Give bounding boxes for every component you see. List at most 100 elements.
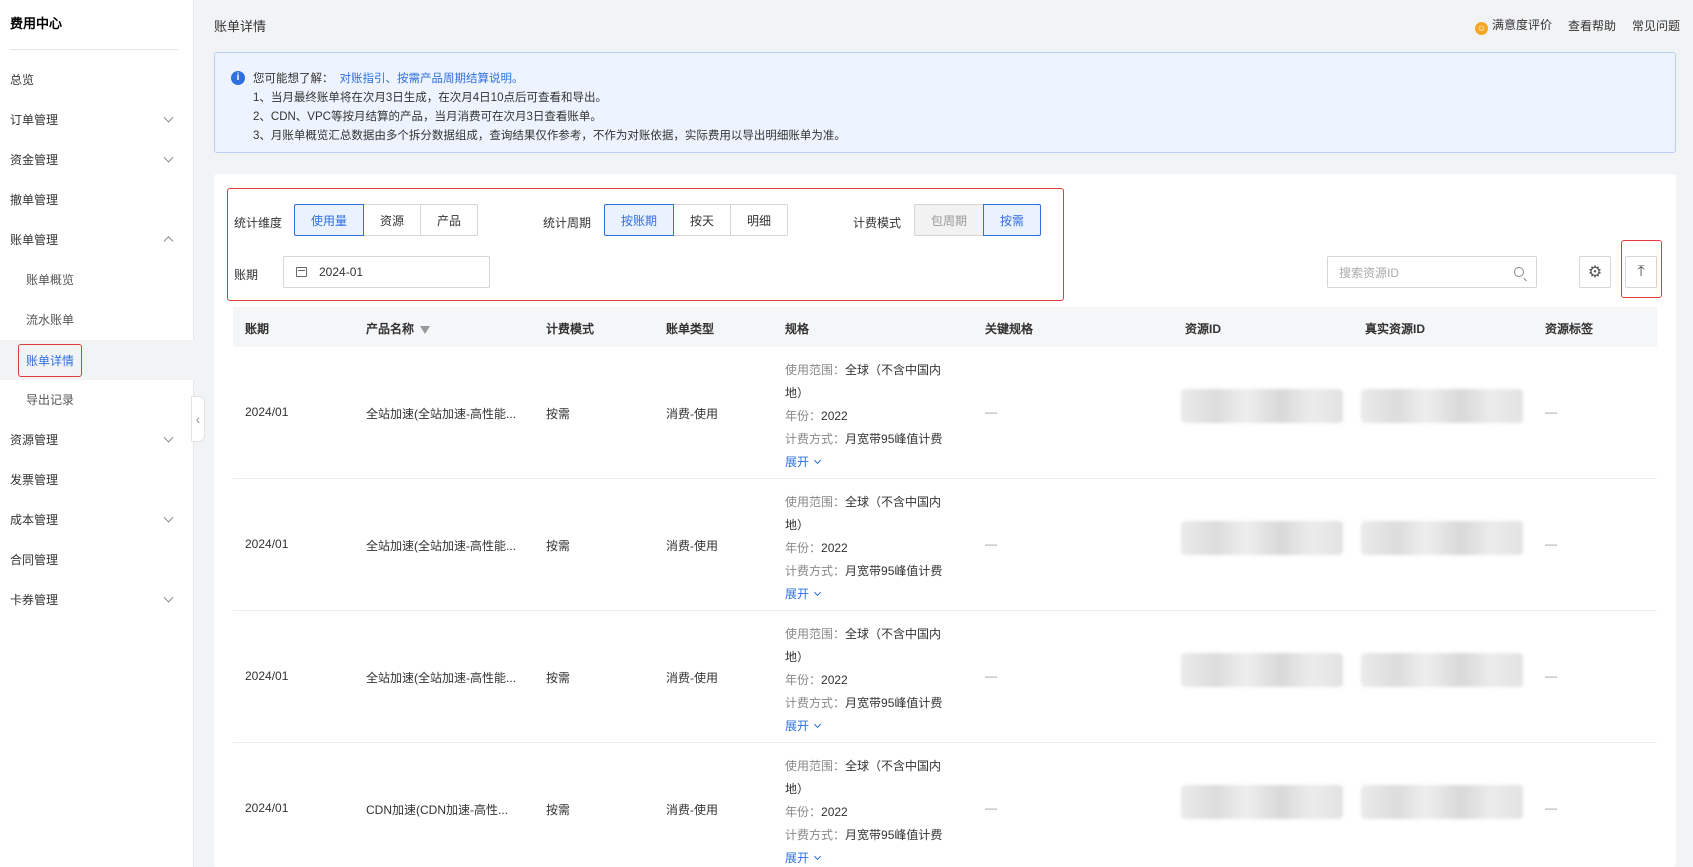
- table-header: 账期 产品名称 计费模式 账单类型 规格 关键规格 资源ID 真实资源ID 资源…: [233, 307, 1657, 347]
- search-input[interactable]: 搜索资源ID: [1327, 256, 1537, 288]
- header-key-spec: 关键规格: [985, 322, 1034, 336]
- period-option-1[interactable]: 按天: [673, 204, 732, 236]
- chevron-down-icon: [163, 112, 174, 123]
- billing-mode-option-0[interactable]: 包周期: [914, 204, 985, 236]
- cell-key-spec: —: [985, 669, 997, 683]
- billing-mode-label: 计费模式: [853, 216, 902, 230]
- sidebar-item-label: 账单管理: [10, 232, 59, 247]
- cell-billing-mode: 按需: [546, 671, 571, 685]
- cell-product: 全站加速(全站加速-高性能...: [366, 539, 516, 553]
- notice-line-2: 2、CDN、VPC等按月结算的产品，当月消费可在次月3日查看账单。: [253, 111, 602, 123]
- expand-link[interactable]: 展开: [785, 715, 955, 738]
- cell-bill-type: 消费-使用: [666, 803, 718, 817]
- sidebar-item-label: 导出记录: [26, 392, 75, 407]
- sidebar-item-1[interactable]: 订单管理: [0, 99, 194, 139]
- export-button[interactable]: ⤒: [1625, 256, 1657, 288]
- chevron-down-icon: [813, 588, 822, 597]
- sidebar-divider: [10, 49, 178, 50]
- spec-year: 年份：2022: [785, 541, 848, 555]
- sidebar-item-label: 总览: [10, 72, 35, 87]
- settings-button[interactable]: ⚙: [1579, 256, 1611, 288]
- expand-link[interactable]: 展开: [785, 847, 955, 867]
- cell-product: 全站加速(全站加速-高性能...: [366, 407, 516, 421]
- sidebar-item-9[interactable]: 资源管理: [0, 419, 194, 459]
- cell-key-spec: —: [985, 537, 997, 551]
- cell-period: 2024/01: [245, 405, 289, 419]
- info-notice: i 您可能想了解： 对账指引、按需产品周期结算说明。 1、当月最终账单将在次月3日…: [214, 52, 1676, 153]
- sidebar-item-6[interactable]: 流水账单: [0, 299, 194, 339]
- sidebar-item-11[interactable]: 成本管理: [0, 499, 194, 539]
- sidebar-item-13[interactable]: 卡券管理: [0, 579, 194, 619]
- sidebar-item-2[interactable]: 资金管理: [0, 139, 194, 179]
- gear-icon: ⚙: [1587, 264, 1603, 281]
- sidebar-item-label: 卡券管理: [10, 592, 59, 607]
- cell-period: 2024/01: [245, 801, 289, 815]
- redacted-resource-id: [1181, 785, 1343, 819]
- sidebar-collapse-button[interactable]: ‹: [191, 396, 205, 442]
- sidebar-item-label: 账单概览: [26, 272, 75, 287]
- sidebar-item-4[interactable]: 账单管理: [0, 219, 194, 259]
- sidebar-item-label: 撤单管理: [10, 192, 59, 207]
- billing-mode-segment: 包周期 按需: [914, 204, 1042, 236]
- header-product[interactable]: 产品名称: [366, 320, 431, 337]
- spec-scope: 使用范围：全球（不含中国内地）: [785, 759, 942, 796]
- cell-bill-type: 消费-使用: [666, 671, 718, 685]
- notice-line-3: 3、月账单概览汇总数据由多个拆分数据组成，查询结果仅作参考，不作为对账依据，实际…: [253, 130, 846, 142]
- cell-product: 全站加速(全站加速-高性能...: [366, 671, 516, 685]
- chevron-down-icon: [813, 852, 822, 861]
- sidebar-item-3[interactable]: 撤单管理: [0, 179, 194, 219]
- chevron-down-icon: [163, 592, 174, 603]
- redacted-real-resource-id: [1361, 785, 1523, 819]
- dimension-option-0[interactable]: 使用量: [294, 204, 365, 236]
- redacted-resource-id: [1181, 521, 1343, 555]
- spec-year: 年份：2022: [785, 805, 848, 819]
- sidebar-item-label: 流水账单: [26, 312, 75, 327]
- faq-link[interactable]: 常见问题: [1632, 17, 1680, 34]
- cell-period: 2024/01: [245, 537, 289, 551]
- sidebar-item-label: 订单管理: [10, 112, 59, 127]
- chevron-down-icon: [163, 432, 174, 443]
- help-link[interactable]: 查看帮助: [1568, 17, 1616, 34]
- filter-icon[interactable]: [420, 326, 431, 334]
- header-period: 账期: [245, 322, 270, 336]
- dimension-segment: 使用量 资源 产品: [294, 204, 479, 236]
- sidebar-item-7[interactable]: 账单详情: [0, 340, 194, 380]
- top-links: ☺ 满意度评价 查看帮助 常见问题: [1474, 16, 1680, 35]
- search-icon: [1514, 267, 1524, 277]
- upload-icon: ⤒: [1637, 263, 1645, 280]
- info-icon: i: [231, 71, 245, 85]
- sidebar-item-12[interactable]: 合同管理: [0, 539, 194, 579]
- top-bar: 账单详情 ☺ 满意度评价 查看帮助 常见问题: [195, 0, 1693, 46]
- sidebar-item-5[interactable]: 账单概览: [0, 259, 194, 299]
- cell-resource-tag: —: [1545, 669, 1557, 683]
- period-segment: 按账期 按天 明细: [604, 204, 789, 236]
- chevron-down-icon: [813, 456, 822, 465]
- redacted-real-resource-id: [1361, 653, 1523, 687]
- bill-period-picker[interactable]: 2024-01: [283, 256, 490, 288]
- brand-title: 费用中心: [10, 16, 63, 31]
- sidebar-item-label: 账单详情: [18, 343, 83, 377]
- period-option-0[interactable]: 按账期: [604, 204, 675, 236]
- redacted-real-resource-id: [1361, 521, 1523, 555]
- dimension-option-1[interactable]: 资源: [363, 204, 422, 236]
- dimension-option-2[interactable]: 产品: [420, 204, 479, 236]
- notice-lead-line: 您可能想了解： 对账指引、按需产品周期结算说明。: [253, 73, 524, 85]
- cell-key-spec: —: [985, 405, 997, 419]
- chevron-down-icon: [813, 720, 822, 729]
- sidebar-item-10[interactable]: 发票管理: [0, 459, 194, 499]
- spec-method: 计费方式：月宽带95峰值计费: [785, 828, 943, 842]
- expand-link[interactable]: 展开: [785, 451, 955, 474]
- period-option-2[interactable]: 明细: [730, 204, 789, 236]
- redacted-real-resource-id: [1361, 389, 1523, 423]
- notice-link[interactable]: 对账指引、按需产品周期结算说明。: [340, 73, 524, 85]
- dimension-label: 统计维度: [234, 216, 283, 230]
- sidebar-item-8[interactable]: 导出记录: [0, 379, 194, 419]
- satisfaction-link[interactable]: ☺ 满意度评价: [1474, 16, 1552, 35]
- billing-mode-option-1[interactable]: 按需: [983, 204, 1042, 236]
- spec-method: 计费方式：月宽带95峰值计费: [785, 564, 943, 578]
- cell-billing-mode: 按需: [546, 407, 571, 421]
- cell-spec: 使用范围：全球（不含中国内地） 年份：2022 计费方式：月宽带95峰值计费 展开: [785, 359, 955, 474]
- notice-line-1: 1、当月最终账单将在次月3日生成，在次月4日10点后可查看和导出。: [253, 92, 607, 104]
- expand-link[interactable]: 展开: [785, 583, 955, 606]
- sidebar-item-0[interactable]: 总览: [0, 59, 194, 99]
